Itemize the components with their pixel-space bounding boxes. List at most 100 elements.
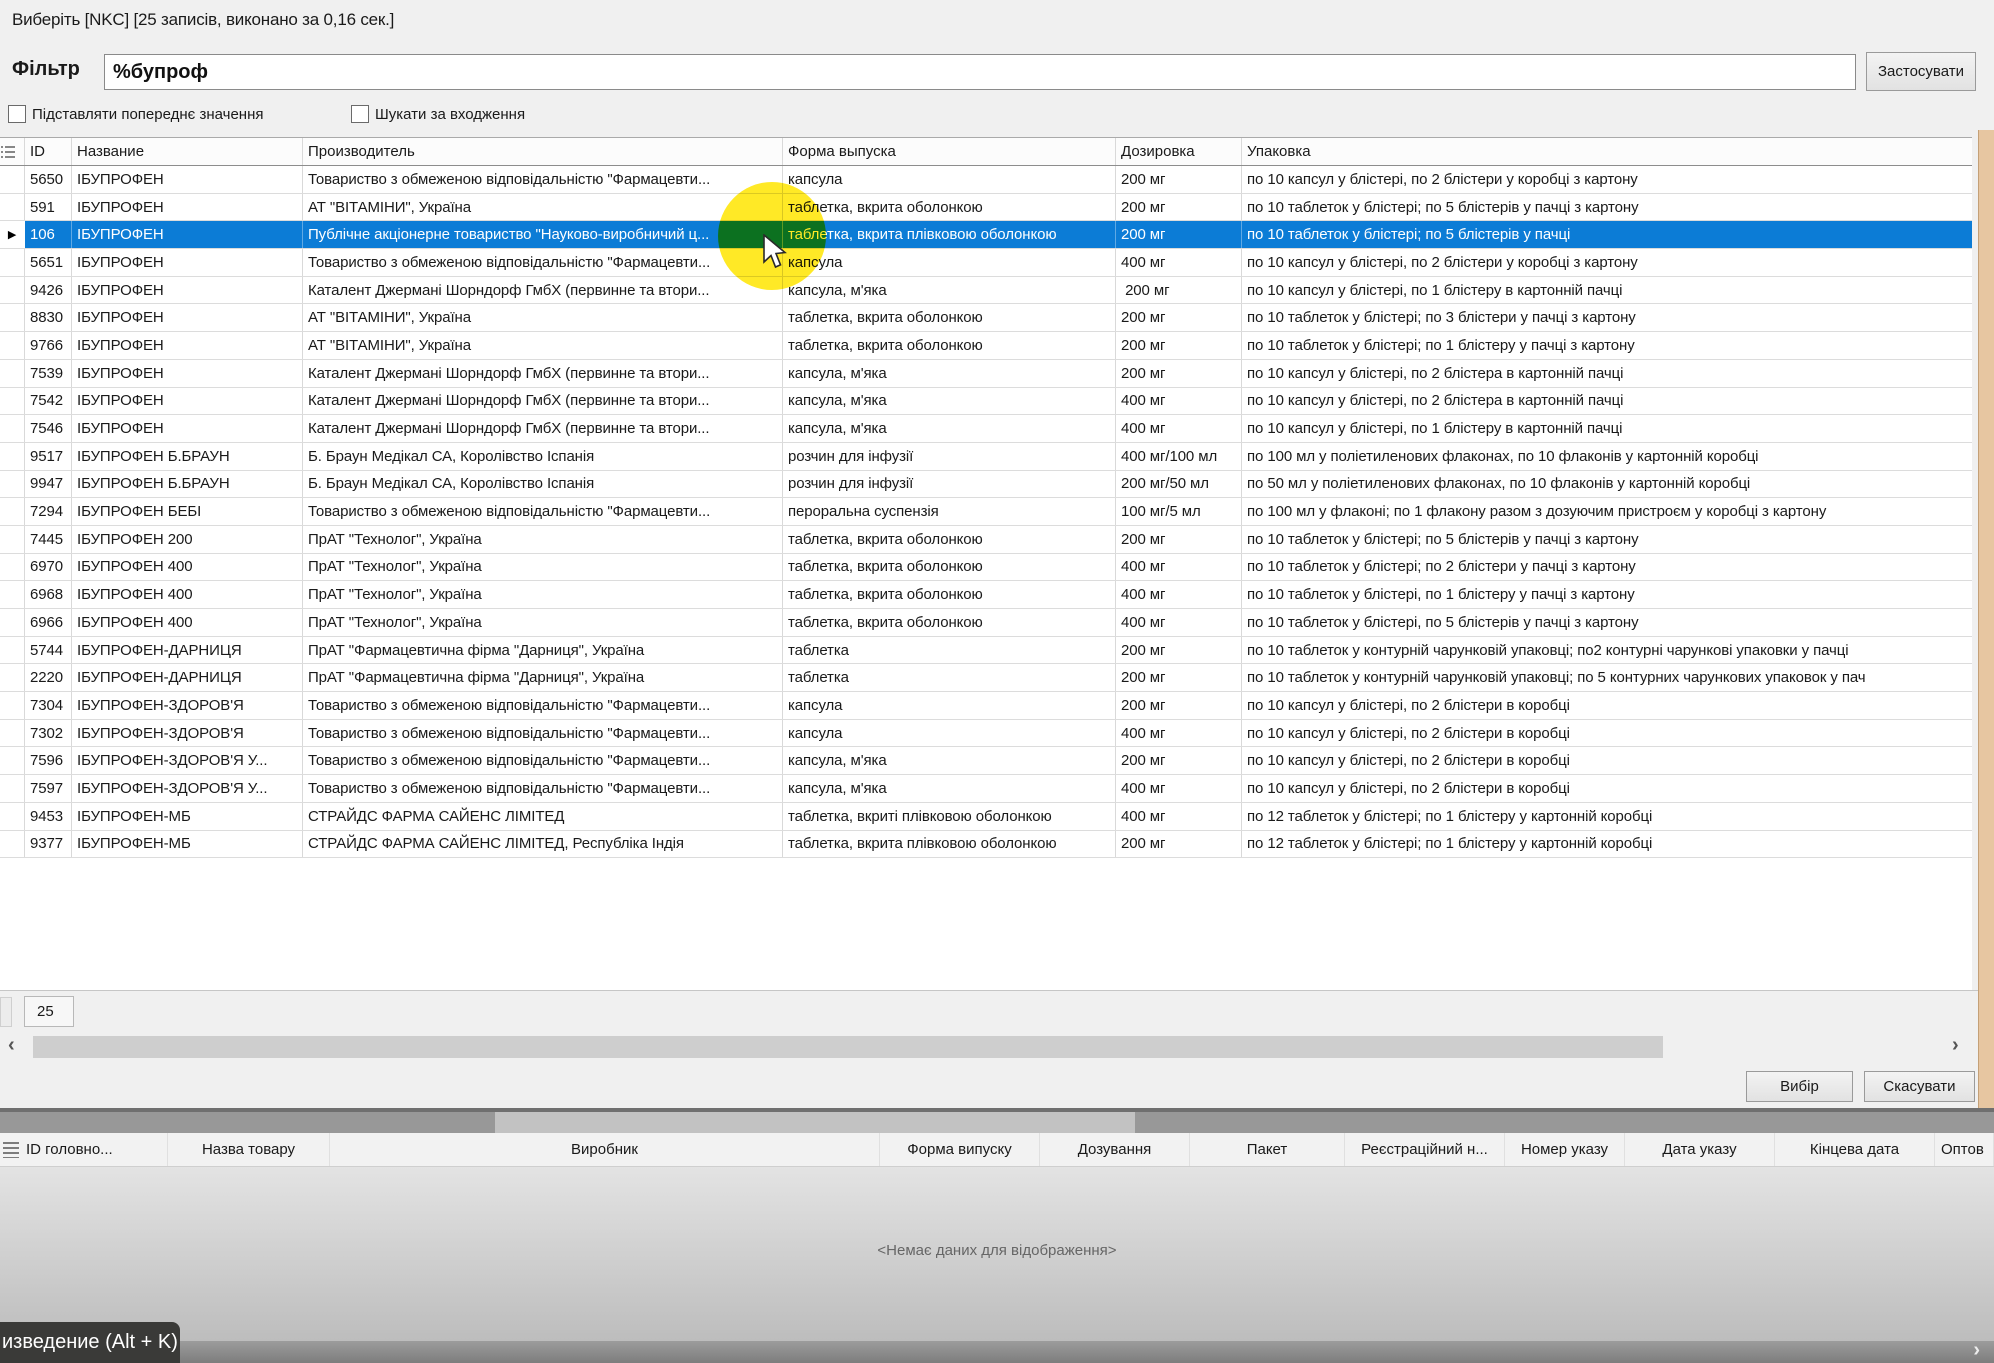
- cell-id: 106: [25, 221, 72, 248]
- scrollbar-thumb[interactable]: [33, 1036, 1663, 1058]
- row-selector: [0, 775, 25, 802]
- bottom-column-header[interactable]: Пакет: [1190, 1133, 1345, 1166]
- row-selector: ▶: [0, 221, 25, 248]
- player-chevron-icon[interactable]: ›: [1973, 1339, 1980, 1362]
- cell-name: ІБУПРОФЕН БЕБІ: [72, 498, 303, 525]
- table-row[interactable]: 5744ІБУПРОФЕН-ДАРНИЦЯПрАТ "Фармацевтична…: [0, 637, 1972, 665]
- horizontal-scrollbar[interactable]: ‹ ›: [0, 1032, 1978, 1062]
- scroll-left-icon[interactable]: ‹: [8, 1034, 15, 1057]
- table-row[interactable]: 9426ІБУПРОФЕНКаталент Джермані Шорндорф …: [0, 277, 1972, 305]
- cell-name: ІБУПРОФЕН-ДАРНИЦЯ: [72, 664, 303, 691]
- table-row[interactable]: 591ІБУПРОФЕНАТ "ВІТАМІНИ", Українатаблет…: [0, 194, 1972, 222]
- table-row[interactable]: 9766ІБУПРОФЕНАТ "ВІТАМІНИ", Українатабле…: [0, 332, 1972, 360]
- cell-form: таблетка, вкрита плівковою оболонкою: [783, 831, 1116, 858]
- cell-form: капсула, м'яка: [783, 388, 1116, 415]
- table-row[interactable]: 7294ІБУПРОФЕН БЕБІТовариство з обмеженою…: [0, 498, 1972, 526]
- table-row[interactable]: 7304ІБУПРОФЕН-ЗДОРОВ'ЯТовариство з обмеж…: [0, 692, 1972, 720]
- cell-id: 6968: [25, 581, 72, 608]
- cell-packaging: по 10 таблеток у контурній чарунковій уп…: [1242, 637, 1972, 664]
- window-title: Виберіть [NKC] [25 записів, виконано за …: [12, 10, 394, 30]
- apply-button[interactable]: Застосувати: [1866, 52, 1976, 91]
- table-row[interactable]: 6966ІБУПРОФЕН 400ПрАТ "Технолог", Україн…: [0, 609, 1972, 637]
- cell-packaging: по 10 капсул у блістері, по 2 блістери в…: [1242, 692, 1972, 719]
- column-header-id[interactable]: ID: [25, 138, 72, 165]
- row-selector: [0, 747, 25, 774]
- select-button[interactable]: Вибір: [1746, 1071, 1853, 1102]
- table-row[interactable]: 5651ІБУПРОФЕНТовариство з обмеженою відп…: [0, 249, 1972, 277]
- cell-packaging: по 12 таблеток у блістері; по 1 блістеру…: [1242, 831, 1972, 858]
- substitute-previous-checkbox[interactable]: [8, 105, 26, 123]
- bottom-column-header[interactable]: Виробник: [330, 1133, 880, 1166]
- row-selector: [0, 526, 25, 553]
- bottom-column-header[interactable]: Номер указу: [1505, 1133, 1625, 1166]
- cell-manufacturer: Публічне акціонерне товариство "Науково-…: [303, 221, 783, 248]
- cell-name: ІБУПРОФЕН-ЗДОРОВ'Я У...: [72, 775, 303, 802]
- cell-name: ІБУПРОФЕН: [72, 166, 303, 193]
- table-row[interactable]: 6968ІБУПРОФЕН 400ПрАТ "Технолог", Україн…: [0, 581, 1972, 609]
- cell-dosage: 200 мг: [1116, 526, 1242, 553]
- cancel-button[interactable]: Скасувати: [1864, 1071, 1975, 1102]
- column-header-form[interactable]: Форма выпуска: [783, 138, 1116, 165]
- bottom-scrollbar-thumb[interactable]: [495, 1112, 1135, 1133]
- bottom-column-header[interactable]: Дозування: [1040, 1133, 1190, 1166]
- table-row[interactable]: 7302ІБУПРОФЕН-ЗДОРОВ'ЯТовариство з обмеж…: [0, 720, 1972, 748]
- filter-input[interactable]: [104, 54, 1856, 90]
- grid-selector-icon[interactable]: [0, 138, 25, 165]
- table-row[interactable]: 6970ІБУПРОФЕН 400ПрАТ "Технолог", Україн…: [0, 554, 1972, 582]
- search-occurrence-checkbox[interactable]: [351, 105, 369, 123]
- bottom-column-header[interactable]: Оптов: [1935, 1133, 1994, 1166]
- bottom-column-header[interactable]: Назва товару: [168, 1133, 330, 1166]
- cell-form: капсула, м'яка: [783, 775, 1116, 802]
- bottom-grid-selector-icon[interactable]: [3, 1142, 19, 1158]
- record-count: 25: [24, 996, 74, 1027]
- bottom-column-header[interactable]: ID головно...: [0, 1133, 168, 1166]
- column-header-dosage[interactable]: Дозировка: [1116, 138, 1242, 165]
- table-row[interactable]: 9377ІБУПРОФЕН-МБСТРАЙДС ФАРМА САЙЕНС ЛІМ…: [0, 831, 1972, 859]
- table-row[interactable]: 9947ІБУПРОФЕН Б.БРАУНБ. Браун Медікал СА…: [0, 471, 1972, 499]
- cell-name: ІБУПРОФЕН-ДАРНИЦЯ: [72, 637, 303, 664]
- cell-packaging: по 10 таблеток у блістері; по 1 блістеру…: [1242, 332, 1972, 359]
- bottom-column-header[interactable]: Форма випуску: [880, 1133, 1040, 1166]
- cell-packaging: по 10 таблеток у блістері; по 2 блістери…: [1242, 554, 1972, 581]
- bottom-scrollbar[interactable]: [0, 1112, 1994, 1133]
- bottom-column-header[interactable]: Дата указу: [1625, 1133, 1775, 1166]
- cell-packaging: по 10 капсул у блістері, по 2 блістера в…: [1242, 388, 1972, 415]
- table-row[interactable]: 5650ІБУПРОФЕНТовариство з обмеженою відп…: [0, 166, 1972, 194]
- cell-form: розчин для інфузії: [783, 443, 1116, 470]
- cell-manufacturer: Товариство з обмеженою відповідальністю …: [303, 720, 783, 747]
- column-header-manufacturer[interactable]: Производитель: [303, 138, 783, 165]
- table-row[interactable]: 7445ІБУПРОФЕН 200ПрАТ "Технолог", Україн…: [0, 526, 1972, 554]
- cell-packaging: по 10 капсул у блістері, по 2 блістери в…: [1242, 720, 1972, 747]
- column-header-packaging[interactable]: Упаковка: [1242, 138, 1972, 165]
- table-row[interactable]: 8830ІБУПРОФЕНАТ "ВІТАМІНИ", Українатабле…: [0, 304, 1972, 332]
- cell-name: ІБУПРОФЕН: [72, 304, 303, 331]
- cell-id: 9947: [25, 471, 72, 498]
- table-row[interactable]: 7597ІБУПРОФЕН-ЗДОРОВ'Я У...Товариство з …: [0, 775, 1972, 803]
- cell-id: 7597: [25, 775, 72, 802]
- table-row[interactable]: 7546ІБУПРОФЕНКаталент Джермані Шорндорф …: [0, 415, 1972, 443]
- scroll-right-icon[interactable]: ›: [1952, 1034, 1959, 1057]
- table-row[interactable]: 2220ІБУПРОФЕН-ДАРНИЦЯПрАТ "Фармацевтична…: [0, 664, 1972, 692]
- cell-dosage: 400 мг: [1116, 415, 1242, 442]
- row-selector: [0, 166, 25, 193]
- bottom-column-header[interactable]: Реєстраційний н...: [1345, 1133, 1505, 1166]
- table-row[interactable]: 7596ІБУПРОФЕН-ЗДОРОВ'Я У...Товариство з …: [0, 747, 1972, 775]
- cell-form: таблетка, вкрита плівковою оболонкою: [783, 221, 1116, 248]
- table-row[interactable]: 9517ІБУПРОФЕН Б.БРАУНБ. Браун Медікал СА…: [0, 443, 1972, 471]
- player-bar[interactable]: [0, 1341, 1994, 1363]
- table-row[interactable]: ▶106ІБУПРОФЕНПублічне акціонерне товарис…: [0, 221, 1972, 249]
- cell-id: 7596: [25, 747, 72, 774]
- cell-name: ІБУПРОФЕН-ЗДОРОВ'Я: [72, 720, 303, 747]
- bottom-column-header[interactable]: Кінцева дата: [1775, 1133, 1935, 1166]
- table-row[interactable]: 7542ІБУПРОФЕНКаталент Джермані Шорндорф …: [0, 388, 1972, 416]
- cell-packaging: по 10 капсул у блістері, по 2 блістера в…: [1242, 360, 1972, 387]
- cell-id: 2220: [25, 664, 72, 691]
- background-window-strip: [1978, 0, 1994, 1112]
- status-panel: 25: [0, 990, 1978, 1032]
- cell-manufacturer: АТ "ВІТАМІНИ", Україна: [303, 194, 783, 221]
- column-header-name[interactable]: Название: [72, 138, 303, 165]
- grid-body: 5650ІБУПРОФЕНТовариство з обмеженою відп…: [0, 166, 1972, 858]
- cell-packaging: по 10 капсул у блістері, по 2 блістери у…: [1242, 166, 1972, 193]
- table-row[interactable]: 9453ІБУПРОФЕН-МБСТРАЙДС ФАРМА САЙЕНС ЛІМ…: [0, 803, 1972, 831]
- table-row[interactable]: 7539ІБУПРОФЕНКаталент Джермані Шорндорф …: [0, 360, 1972, 388]
